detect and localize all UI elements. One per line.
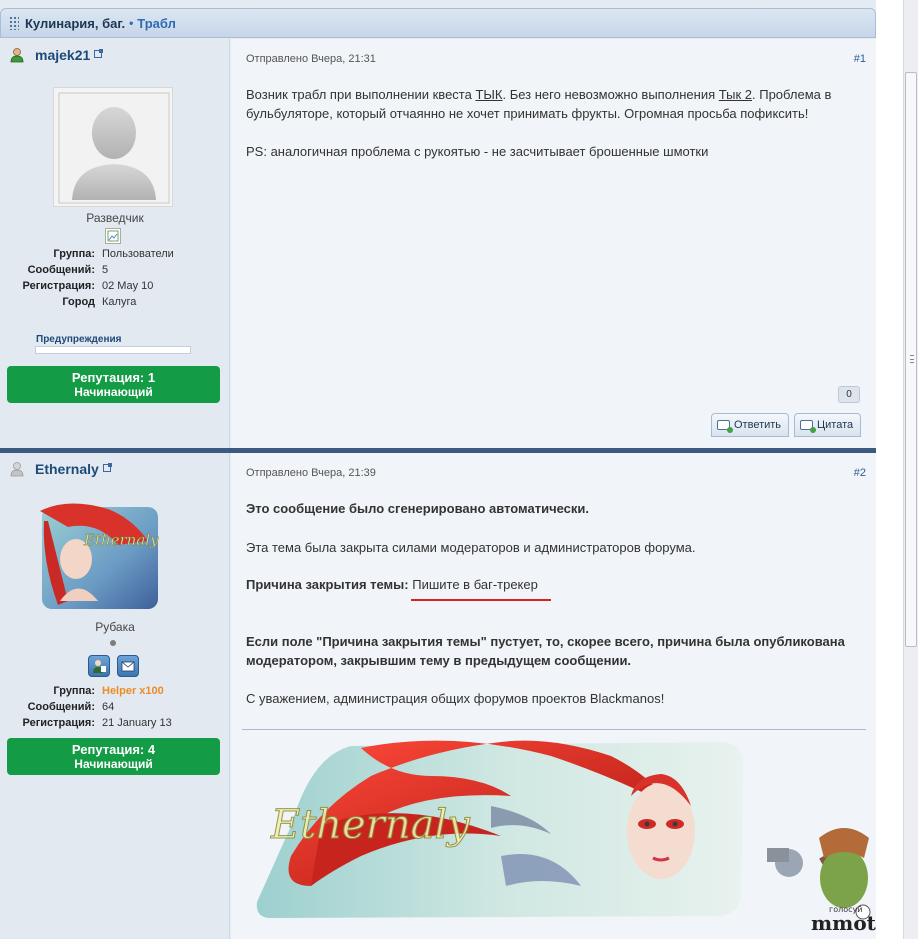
- grip-icon: [9, 16, 19, 30]
- scroll-grip-icon: [910, 355, 914, 363]
- rank-image-icon: [105, 228, 121, 244]
- post-2-date: Отправлено Вчера, 21:39: [246, 467, 376, 479]
- page-scrollbar[interactable]: [903, 0, 918, 939]
- profile-popup-icon[interactable]: [102, 463, 112, 472]
- reputation-label: Репутация: 4: [71, 742, 156, 757]
- post-2: Ethernaly Ethernaly Рубака Группа: Helpe…: [0, 453, 876, 939]
- moderator-badge-icon: [88, 655, 110, 677]
- reputation-level: Начинающий: [74, 385, 153, 399]
- like-counter[interactable]: 0: [838, 386, 860, 403]
- post-2-field-value: 64: [102, 701, 115, 713]
- post-1-field-label: Сообщений:: [27, 264, 95, 276]
- post-1-rank: Разведчик: [86, 211, 144, 225]
- post-2-number[interactable]: #2: [854, 467, 866, 479]
- breadcrumb-section[interactable]: Кулинария, баг.: [25, 16, 125, 31]
- reply-button[interactable]: Ответить: [711, 413, 790, 437]
- quote-button[interactable]: Цитата: [794, 413, 862, 437]
- reply-icon: [717, 420, 733, 433]
- post-1-field-label: Регистрация:: [22, 280, 95, 292]
- breadcrumb-topic[interactable]: Трабл: [137, 16, 176, 31]
- close-reason: Причина закрытия темы: Пишите в баг-трек…: [246, 575, 862, 594]
- mmotop-line2: mmotop: [811, 911, 876, 935]
- reputation-level: Начинающий: [74, 757, 153, 771]
- post-1-ps: PS: аналогичная проблема с рукоятью - не…: [246, 144, 709, 159]
- warnings-label[interactable]: Предупреждения: [36, 334, 122, 345]
- post-1-field-value: Пользователи: [102, 248, 174, 260]
- signature-separator: [242, 729, 866, 730]
- quest-link-2[interactable]: Тык 2: [719, 87, 752, 102]
- post-1-field-value: 02 May 10: [102, 280, 154, 292]
- post-2-field-value: 21 January 13: [102, 717, 172, 729]
- post-1-author-panel: majek21 Разведчик Группа: Пользователи С…: [0, 39, 230, 448]
- signature-artwork: Ethernaly: [256, 740, 743, 918]
- auto-message-notice: Это сообщение было сгенерировано автомат…: [246, 501, 590, 516]
- post-2-reputation: Репутация: 4 Начинающий: [7, 738, 220, 775]
- post-1-paragraph: Возник трабл при выполнении квеста ТЫК. …: [246, 85, 862, 123]
- post-1-field-label: Группа:: [53, 248, 95, 260]
- post-2-group-value: Helper x100: [102, 685, 164, 697]
- rank-pip-icon: [110, 640, 116, 646]
- message-badge-icon: [117, 655, 139, 677]
- topic-header-bar: Кулинария, баг. • Трабл: [0, 8, 876, 38]
- breadcrumb-separator: •: [129, 16, 134, 30]
- post-2-rank: Рубака: [95, 620, 135, 634]
- post-1-field-value: Калуга: [102, 296, 137, 308]
- avatar-signature-text: Ethernaly: [83, 531, 159, 549]
- warnings-bar: [35, 346, 191, 354]
- post-1-content: Отправлено Вчера, 21:31 #1 Возник трабл …: [231, 39, 876, 448]
- red-underline-annotation: [411, 599, 551, 601]
- post-1-username[interactable]: majek21: [35, 47, 90, 63]
- empty-reason-note: Если поле "Причина закрытия темы" пустуе…: [246, 634, 845, 668]
- default-avatar-icon: [58, 92, 170, 204]
- user-offline-icon: [10, 462, 24, 477]
- close-reason-label: Причина закрытия темы:: [246, 577, 409, 592]
- post-2-field-label: Сообщений:: [27, 701, 95, 713]
- text-segment: . Без него невозможно выполнения: [502, 87, 719, 102]
- post-2-field-label: Регистрация:: [22, 717, 95, 729]
- quest-link-1[interactable]: ТЫК: [475, 87, 502, 102]
- regards-text: С уважением, администрация общих форумов…: [246, 691, 665, 706]
- post-1-field-label: Город: [62, 296, 95, 308]
- reputation-label: Репутация: 1: [71, 370, 156, 385]
- forum-page: Кулинария, баг. • Трабл majek21 Разведчи…: [0, 0, 876, 939]
- closed-notice: Эта тема была закрыта силами модераторов…: [246, 540, 696, 555]
- user-online-icon: [10, 48, 24, 63]
- scrollbar-thumb[interactable]: [905, 72, 917, 647]
- reply-button-label: Ответить: [734, 419, 782, 431]
- post-1-date: Отправлено Вчера, 21:31: [246, 53, 376, 65]
- avatar-artwork: Ethernaly: [40, 503, 159, 609]
- quote-icon: [800, 420, 816, 433]
- mmotop-vote-banner[interactable]: голосуй mmotop: [759, 808, 876, 939]
- post-1-field-value: 5: [102, 264, 109, 276]
- post-1: majek21 Разведчик Группа: Пользователи С…: [0, 39, 876, 448]
- post-1-avatar[interactable]: [53, 87, 173, 207]
- post-2-content: Отправлено Вчера, 21:39 #2 Это сообщение…: [231, 453, 876, 939]
- signature-banner: Ethernaly: [251, 736, 751, 936]
- post-2-user-row: Ethernaly: [9, 461, 112, 477]
- post-1-number[interactable]: #1: [854, 53, 866, 65]
- signature-text: Ethernaly: [270, 802, 471, 848]
- post-1-reputation: Репутация: 1 Начинающий: [7, 366, 220, 403]
- post-2-author-panel: Ethernaly Ethernaly Рубака Группа: Helpe…: [0, 453, 230, 939]
- text-segment: Возник трабл при выполнении квеста: [246, 87, 476, 102]
- profile-popup-icon[interactable]: [94, 49, 104, 58]
- post-2-field-label: Группа:: [53, 685, 95, 697]
- post-1-user-row: majek21: [9, 47, 104, 63]
- quote-button-label: Цитата: [817, 419, 854, 431]
- close-reason-value: Пишите в баг-трекер: [412, 577, 538, 592]
- post-2-avatar[interactable]: Ethernaly: [38, 501, 160, 613]
- post-2-username[interactable]: Ethernaly: [35, 461, 99, 477]
- mmotop-artwork: голосуй mmotop: [767, 828, 876, 935]
